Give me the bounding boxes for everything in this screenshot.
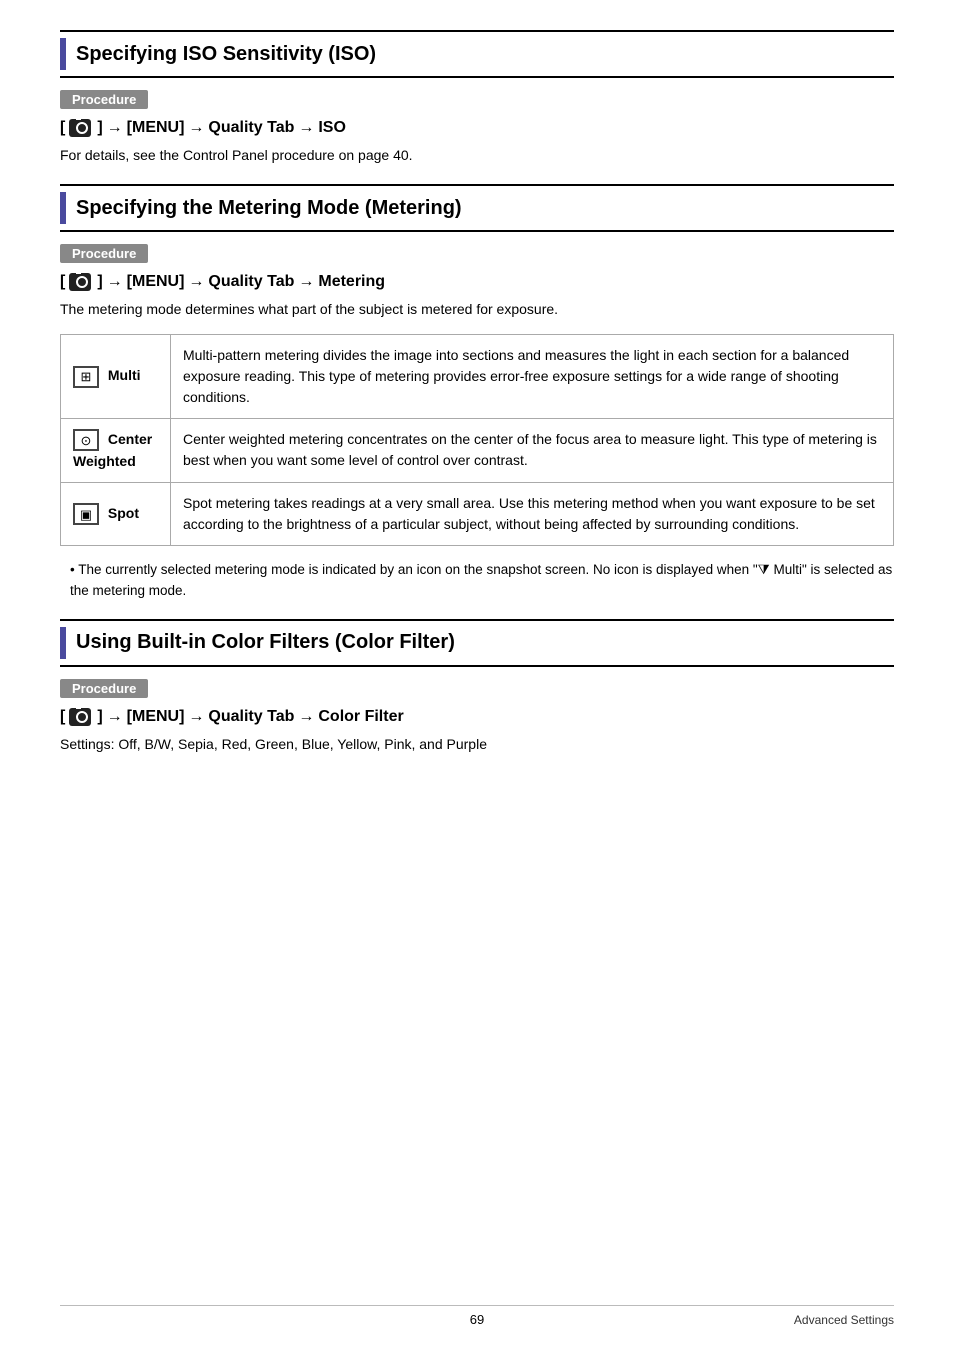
arrow2: → — [188, 119, 204, 137]
cam-bracket-open2: [ — [60, 273, 65, 291]
metering-table: ⊞ Multi Multi-pattern metering divides t… — [60, 334, 894, 546]
arrow4: → — [107, 273, 123, 291]
arrow6: → — [298, 273, 314, 291]
section1-bar — [60, 38, 66, 70]
multi-icon-cell: ⊞ Multi — [61, 335, 171, 419]
page-number: 69 — [338, 1312, 616, 1327]
procedure-badge-1: Procedure — [60, 90, 894, 119]
camera-icon-2 — [69, 273, 91, 291]
spot-icon: ▣ — [73, 503, 99, 525]
section1-nav: [] → [MENU] → Quality Tab → ISO — [60, 119, 894, 137]
camera-bracket-close: ] — [97, 119, 102, 137]
table-row: ⊙ CenterWeighted Center weighted meterin… — [61, 419, 894, 483]
arrow1: → — [107, 119, 123, 137]
multi-icon: ⊞ — [73, 366, 99, 388]
section1-description: For details, see the Control Panel proce… — [60, 145, 894, 166]
spot-description: Spot metering takes readings at a very s… — [171, 483, 894, 546]
section2-description: The metering mode determines what part o… — [60, 299, 894, 320]
section3-title: Using Built-in Color Filters (Color Filt… — [76, 631, 455, 654]
metering-label: Metering — [318, 273, 385, 291]
section2-title: Specifying the Metering Mode (Metering) — [76, 197, 462, 220]
section3-description: Settings: Off, B/W, Sepia, Red, Green, B… — [60, 734, 894, 755]
section3-nav: [] → [MENU] → Quality Tab → Color Filter — [60, 708, 894, 726]
menu-label-1: [MENU] — [127, 119, 185, 137]
quality-tab-2: Quality Tab — [208, 273, 294, 291]
quality-tab-3: Quality Tab — [208, 708, 294, 726]
cam-bracket-close2: ] — [97, 273, 102, 291]
procedure-badge-3: Procedure — [60, 679, 894, 708]
table-row: ⊞ Multi Multi-pattern metering divides t… — [61, 335, 894, 419]
page-footer: 69 Advanced Settings — [60, 1305, 894, 1327]
color-filter-label: Color Filter — [318, 708, 403, 726]
quality-tab-1: Quality Tab — [208, 119, 294, 137]
metering-note: The currently selected metering mode is … — [60, 560, 894, 601]
cam-bracket-open3: [ — [60, 708, 65, 726]
arrow7: → — [107, 708, 123, 726]
section3-bar — [60, 627, 66, 659]
arrow3: → — [298, 119, 314, 137]
iso-label: ISO — [318, 119, 346, 137]
center-description: Center weighted metering concentrates on… — [171, 419, 894, 483]
center-icon: ⊙ — [73, 429, 99, 451]
spot-icon-cell: ▣ Spot — [61, 483, 171, 546]
multi-label: Multi — [108, 367, 141, 383]
camera-icon-1 — [69, 119, 91, 137]
arrow5: → — [188, 273, 204, 291]
cam-bracket-close3: ] — [97, 708, 102, 726]
advanced-settings-label: Advanced Settings — [616, 1313, 894, 1327]
section2-bar — [60, 192, 66, 224]
section1-title: Specifying ISO Sensitivity (ISO) — [76, 43, 376, 66]
section3-heading: Using Built-in Color Filters (Color Filt… — [60, 619, 894, 667]
menu-label-3: [MENU] — [127, 708, 185, 726]
camera-icon-3 — [69, 708, 91, 726]
section2-nav: [] → [MENU] → Quality Tab → Metering — [60, 273, 894, 291]
multi-description: Multi-pattern metering divides the image… — [171, 335, 894, 419]
camera-bracket-open: [ — [60, 119, 65, 137]
spot-label: Spot — [108, 505, 139, 521]
section1-heading: Specifying ISO Sensitivity (ISO) — [60, 30, 894, 78]
arrow8: → — [188, 708, 204, 726]
table-row: ▣ Spot Spot metering takes readings at a… — [61, 483, 894, 546]
arrow9: → — [298, 708, 314, 726]
section2-heading: Specifying the Metering Mode (Metering) — [60, 184, 894, 232]
menu-label-2: [MENU] — [127, 273, 185, 291]
procedure-badge-2: Procedure — [60, 244, 894, 273]
center-icon-cell: ⊙ CenterWeighted — [61, 419, 171, 483]
